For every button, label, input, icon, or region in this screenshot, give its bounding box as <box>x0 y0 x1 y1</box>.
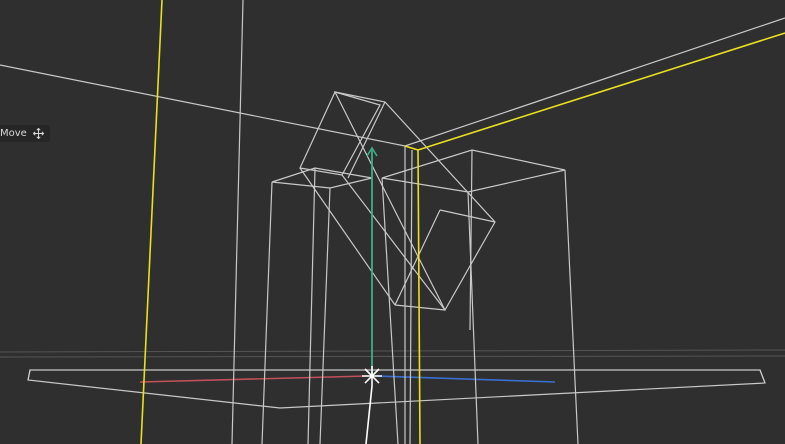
3d-viewport[interactable]: Move <box>0 0 785 444</box>
gizmo-pivot-icon[interactable] <box>362 366 382 386</box>
tool-label: Move <box>0 128 27 139</box>
move-gizmo[interactable] <box>362 146 382 444</box>
ground-plane[interactable] <box>27 369 766 409</box>
wire-box-left[interactable] <box>261 167 373 444</box>
move-icon <box>32 128 44 139</box>
wire-structure[interactable] <box>0 0 785 444</box>
scene-canvas[interactable] <box>0 0 785 444</box>
gizmo-depth-line <box>365 385 373 444</box>
transform-axes-ground <box>139 375 556 383</box>
active-tool-indicator[interactable]: Move <box>0 125 50 142</box>
